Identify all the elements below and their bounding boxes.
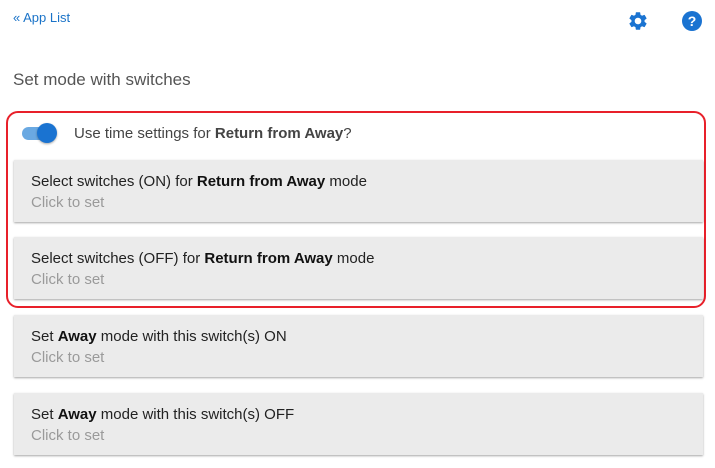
card-title: Select switches (ON) for Return from Awa… (31, 173, 703, 191)
toggle-label-suffix: ? (343, 124, 352, 142)
card-title-bold: Away (57, 406, 97, 423)
section-title: Set mode with switches (13, 70, 191, 89)
svg-text:?: ? (688, 13, 697, 29)
card-title: Set Away mode with this switch(s) OFF (31, 406, 703, 424)
page: « App List ? Set mode with switches Use … (0, 0, 715, 468)
toggle-label: Use time settings for Return from Away? (74, 125, 352, 142)
toggle-switch[interactable] (20, 122, 58, 144)
card-title-bold: Return from Away (204, 250, 333, 267)
card-title-prefix: Select switches (OFF) for (31, 250, 205, 267)
select-switches-on-return-card[interactable]: Select switches (ON) for Return from Awa… (14, 160, 703, 222)
card-subtitle: Click to set (31, 349, 105, 366)
card-title-suffix: mode (332, 250, 375, 267)
return-time-toggle-row[interactable]: Use time settings for Return from Away? (20, 121, 352, 145)
gear-icon[interactable] (627, 10, 649, 32)
card-title-suffix: mode with this switch(s) OFF (96, 406, 295, 423)
app-list-link[interactable]: « App List (13, 10, 70, 25)
card-subtitle: Click to set (31, 271, 105, 288)
card-title-suffix: mode with this switch(s) ON (96, 328, 287, 345)
card-title: Set Away mode with this switch(s) ON (31, 328, 703, 346)
card-title-bold: Away (57, 328, 97, 345)
away-switch-off-card[interactable]: Set Away mode with this switch(s) OFF Cl… (14, 393, 703, 455)
card-title-prefix: Set (31, 406, 58, 423)
toggle-label-prefix: Use time settings for (74, 124, 215, 142)
help-icon[interactable]: ? (681, 10, 703, 32)
card-title-prefix: Set (31, 328, 58, 345)
away-switch-on-card[interactable]: Set Away mode with this switch(s) ON Cli… (14, 315, 703, 377)
card-title: Select switches (OFF) for Return from Aw… (31, 250, 703, 268)
card-title-prefix: Select switches (ON) for (31, 173, 197, 190)
card-subtitle: Click to set (31, 427, 105, 444)
select-switches-off-return-card[interactable]: Select switches (OFF) for Return from Aw… (14, 237, 703, 299)
toggle-label-bold: Return from Away (214, 124, 344, 142)
card-title-suffix: mode (325, 173, 367, 190)
toggle-knob (37, 123, 57, 143)
card-subtitle: Click to set (31, 194, 105, 211)
card-title-bold: Return from Away (196, 173, 326, 190)
